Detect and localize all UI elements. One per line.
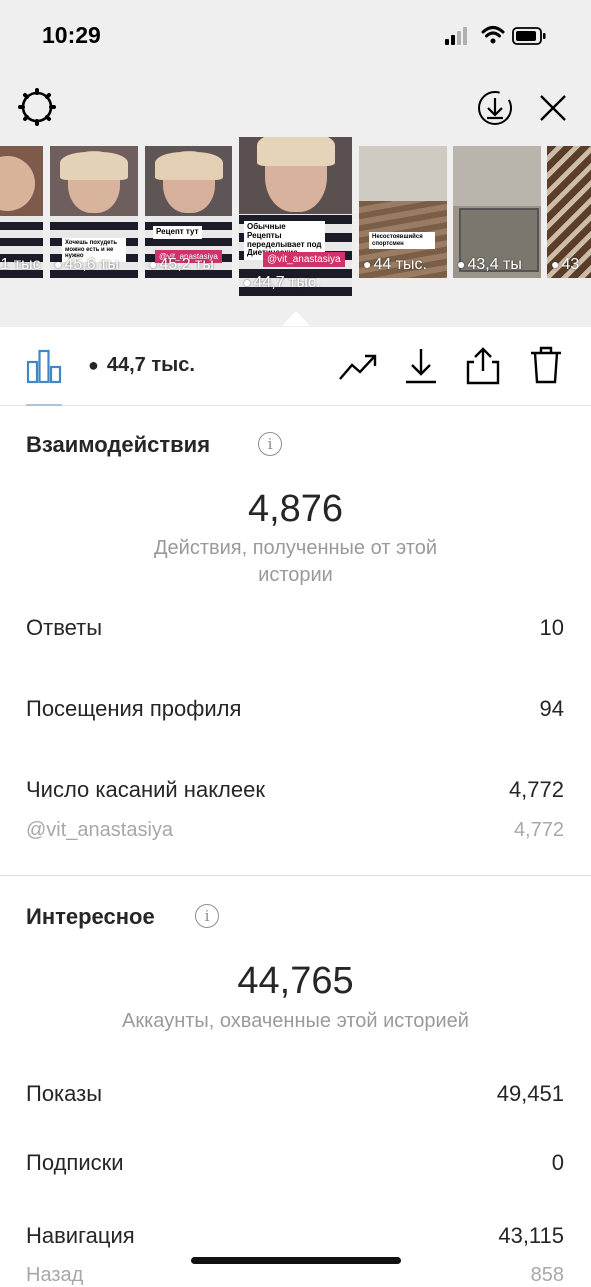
story-thumbnail[interactable]: Хочешь похудеть можно есть и не нужно ● 4…	[50, 146, 138, 278]
row-sticker-taps-label: Число касаний наклеек	[26, 777, 265, 802]
thumbnail-views: 43	[561, 256, 580, 273]
eye-icon: ●	[149, 256, 158, 272]
eye-icon: ●	[54, 256, 63, 272]
promote-trend-icon[interactable]	[338, 351, 378, 383]
row-back-label: Назад	[26, 1264, 84, 1286]
row-mention-label: @vit_anastasiya	[26, 819, 174, 841]
settings-gear-icon[interactable]	[17, 87, 57, 127]
eye-icon: ●	[363, 256, 372, 272]
story-thumbnail[interactable]: ● 43	[547, 146, 591, 278]
share-icon[interactable]	[465, 346, 501, 386]
thumbnail-sticker: Рецепт тут	[153, 226, 202, 239]
discovery-subtitle: Аккаунты, охваченные этой историей	[122, 1010, 469, 1032]
toolbar-views-count: 44,7 тыс.	[106, 354, 195, 376]
delete-trash-icon[interactable]	[529, 345, 563, 385]
row-navigation-value: 43,115	[498, 1223, 564, 1248]
row-impressions-label: Показы	[26, 1081, 103, 1106]
toolbar-views: ● 44,7 тыс.	[88, 354, 195, 377]
info-icon[interactable]: i	[195, 904, 219, 928]
eye-icon: ●	[88, 355, 99, 375]
story-toolbar: ● 44,7 тыс.	[0, 327, 591, 406]
top-bar	[0, 75, 591, 137]
row-replies-label: Ответы	[26, 615, 103, 640]
row-navigation-label: Навигация	[26, 1223, 135, 1248]
thumbnail-sticker: Несостоявшийся спортсмен	[369, 232, 435, 250]
row-follows-label: Подписки	[26, 1150, 124, 1175]
interactions-total: 4,876	[247, 488, 344, 530]
status-time: 10:29	[42, 22, 101, 48]
thumbnail-views: ,1 тыс	[0, 256, 41, 273]
interactions-subtitle: Действия, полученные от этой истории	[153, 537, 437, 586]
story-thumbnail[interactable]: Рецепт тут @vit_anastasiya ● 45,2 ты	[145, 146, 232, 278]
discovery-total: 44,765	[237, 960, 354, 1002]
eye-icon: ●	[243, 274, 252, 290]
signal-wifi-battery-icon	[445, 26, 546, 45]
save-download-circle-icon[interactable]	[476, 89, 514, 127]
row-back-value: 858	[530, 1264, 564, 1286]
home-indicator	[191, 1257, 401, 1264]
row-follows-value: 0	[551, 1150, 564, 1175]
story-thumbnail[interactable]: ,1 тыс	[0, 146, 43, 278]
thumbnail-mention: @vit_anastasiya	[263, 252, 345, 267]
thumbnail-views: 45,6 ты	[64, 256, 119, 273]
eye-icon: ●	[457, 256, 466, 272]
story-thumbnail[interactable]: ● 43,4 ты	[453, 146, 541, 278]
interactions-title: Взаимодействия	[26, 432, 211, 457]
thumbnail-views: 44 тыс.	[373, 256, 427, 273]
story-thumbnail-strip[interactable]: ,1 тыс Хочешь похудеть можно есть и не н…	[0, 137, 591, 327]
section-divider	[0, 875, 591, 876]
insights-bar-chart-icon[interactable]	[26, 348, 62, 384]
row-sticker-taps-value: 4,772	[508, 777, 564, 802]
selected-pointer	[282, 311, 310, 326]
status-bar: 10:29	[0, 0, 591, 75]
story-thumbnail[interactable]: Несостоявшийся спортсмен ● 44 тыс.	[359, 146, 447, 278]
thumbnail-views: 44,7 тыс.	[253, 274, 321, 291]
info-icon[interactable]: i	[258, 432, 282, 456]
row-profile-visits-value: 94	[539, 696, 564, 721]
download-icon[interactable]	[404, 347, 438, 385]
row-mention-value: 4,772	[513, 819, 564, 841]
row-impressions-value: 49,451	[496, 1081, 564, 1106]
discovery-title: Интересное	[26, 904, 155, 929]
thumbnail-views: 43,4 ты	[467, 256, 522, 273]
row-profile-visits-label: Посещения профиля	[26, 696, 242, 721]
row-replies-value: 10	[539, 615, 564, 640]
status-icons	[445, 24, 565, 48]
thumbnail-views: 45,2 ты	[159, 256, 214, 273]
active-tab-indicator	[26, 404, 62, 406]
eye-icon: ●	[551, 256, 560, 272]
close-icon[interactable]	[537, 92, 569, 124]
story-thumbnail-selected[interactable]: Обычные Рецепты переделывает под Диетиче…	[239, 137, 352, 296]
